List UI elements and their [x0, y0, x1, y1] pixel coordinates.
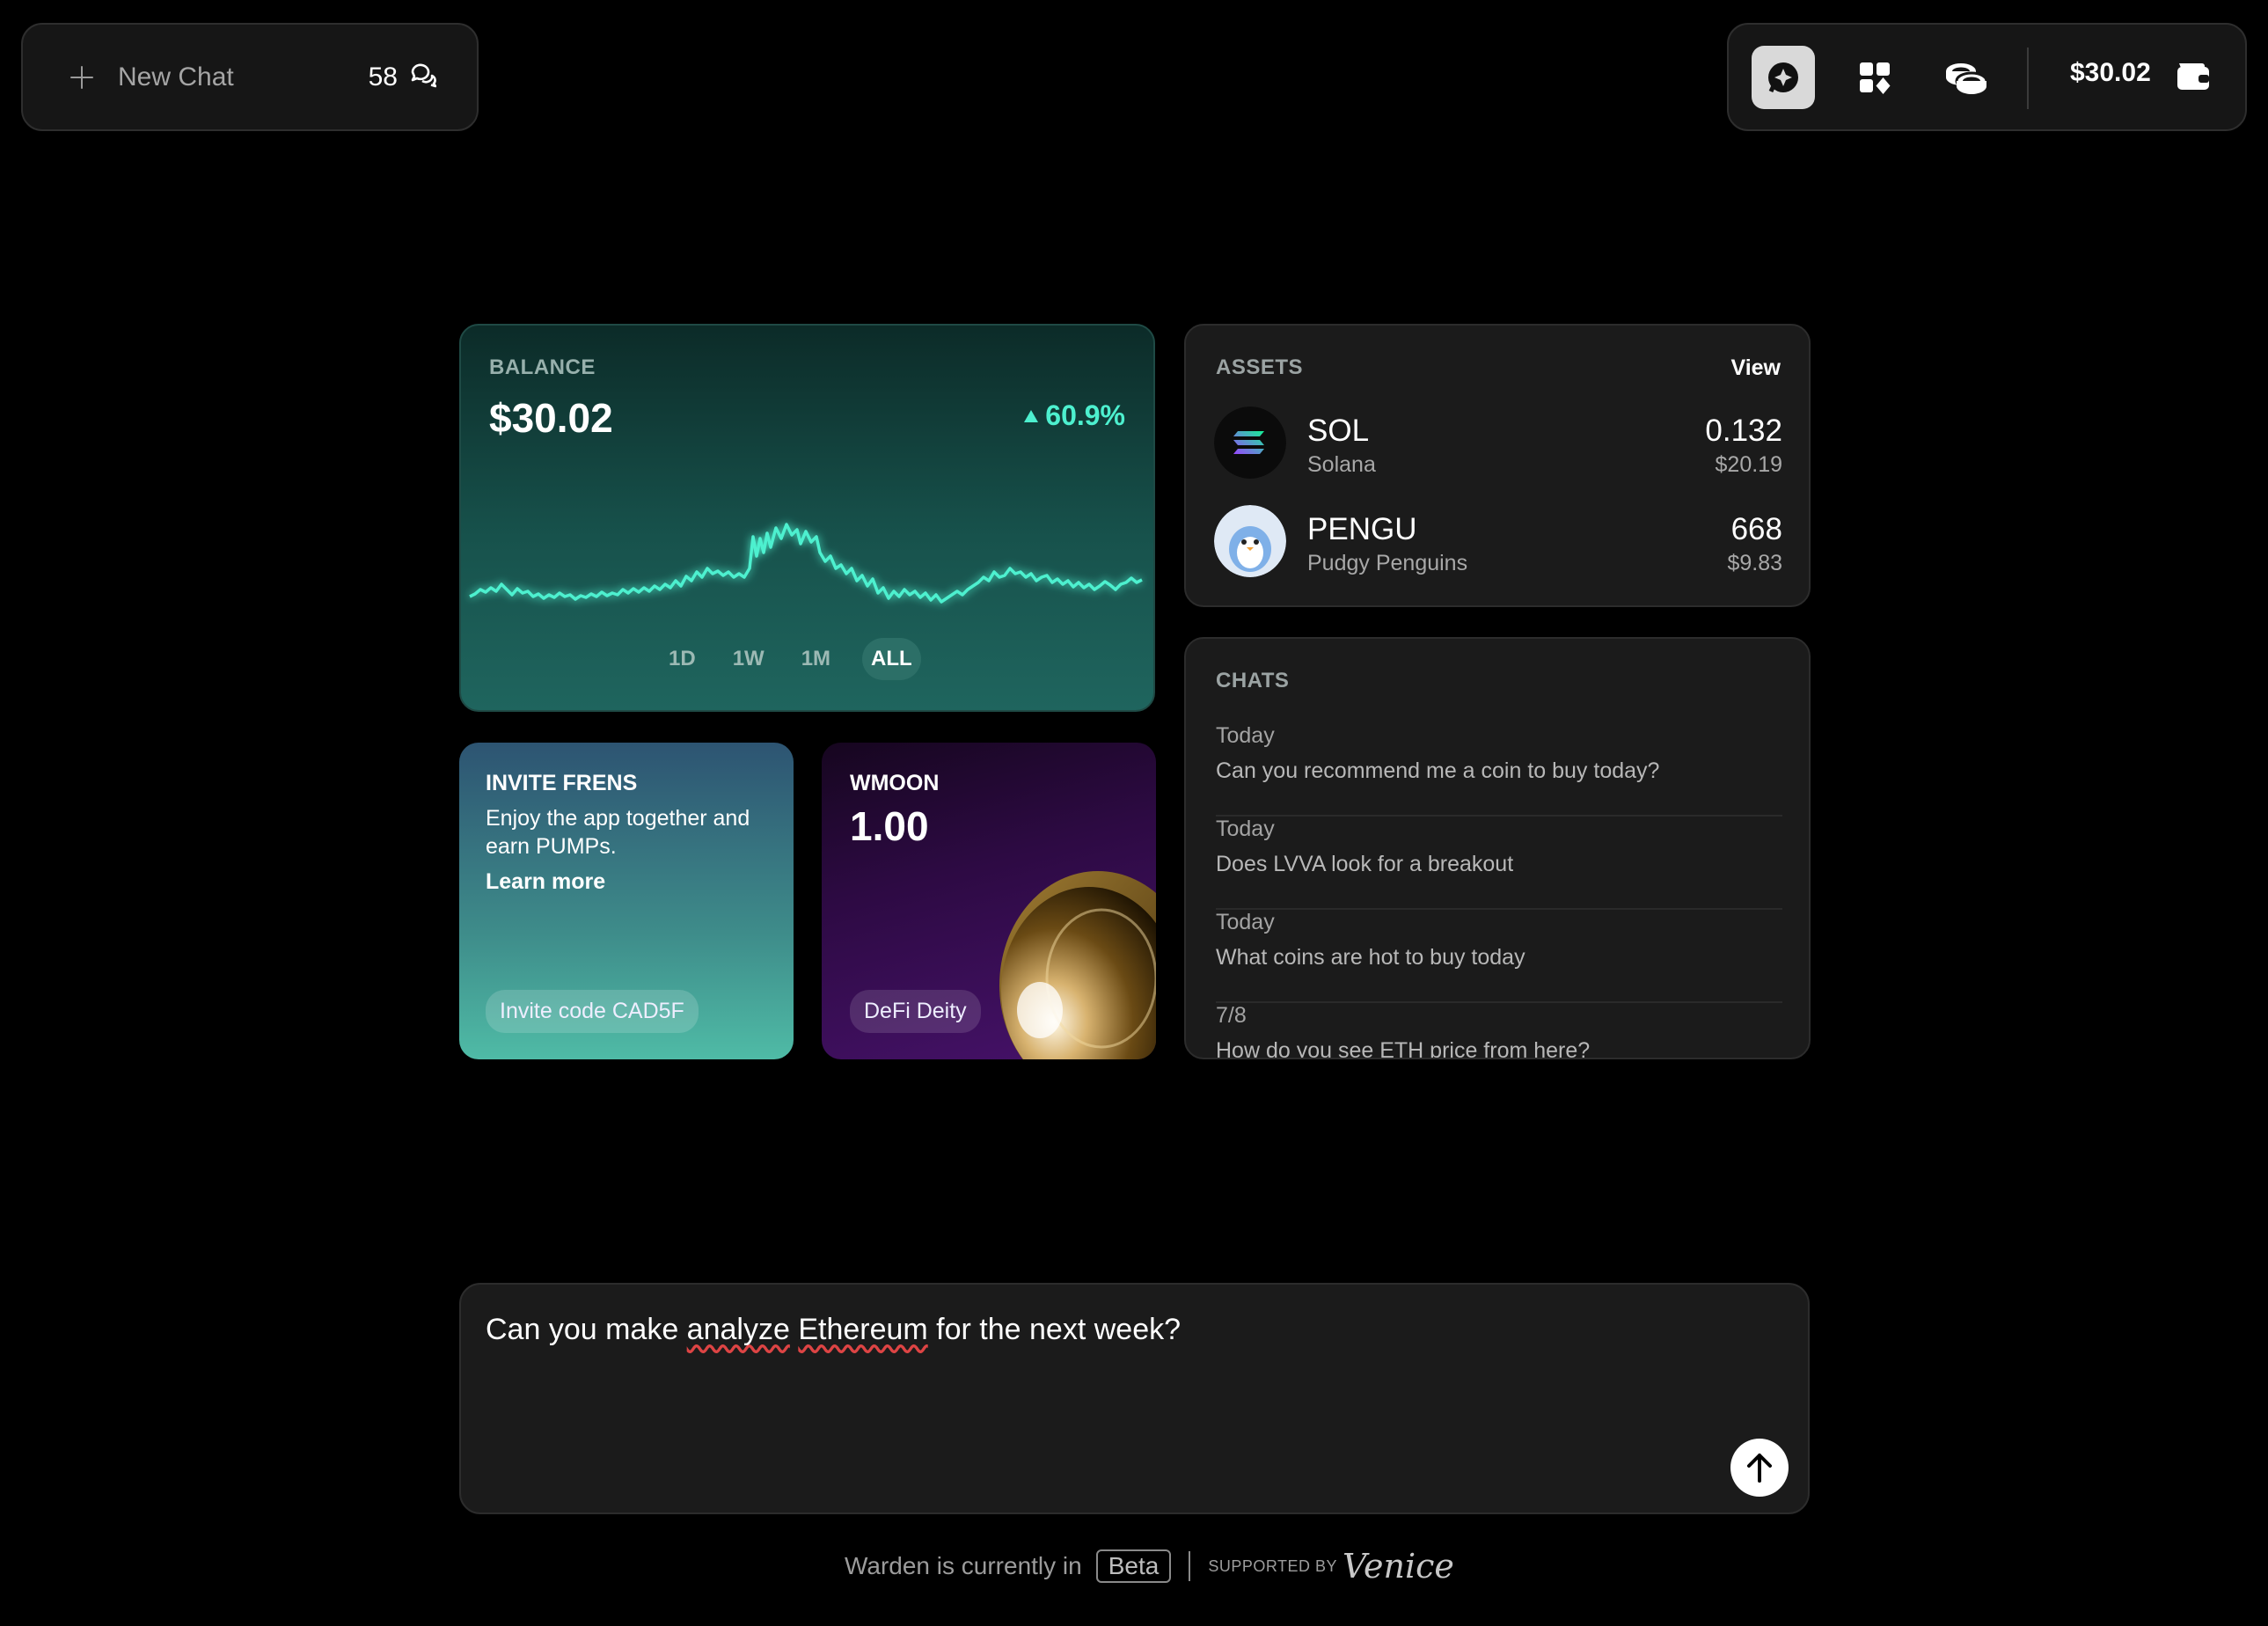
- chat-title: What coins are hot to buy today: [1216, 945, 1525, 970]
- range-1d[interactable]: 1D: [663, 638, 701, 680]
- wmoon-title: WMOON: [850, 771, 940, 795]
- asset-name: Solana: [1307, 452, 1376, 477]
- solana-logo-icon: [1214, 406, 1286, 479]
- asset-quantity: 668: [1730, 512, 1782, 546]
- asset-symbol: SOL: [1307, 414, 1370, 448]
- composer-text: for the next week?: [927, 1313, 1182, 1346]
- asset-value: $20.19: [1715, 452, 1782, 477]
- plus-icon[interactable]: [67, 62, 97, 92]
- header-balance[interactable]: $30.02: [2070, 58, 2151, 88]
- learn-more-link[interactable]: Learn more: [486, 869, 605, 895]
- footer-text: Warden is currently in: [845, 1552, 1082, 1579]
- range-all[interactable]: ALL: [862, 638, 921, 680]
- chat-title: How do you see ETH price from here?: [1216, 1038, 1591, 1059]
- asset-value: $9.83: [1727, 551, 1782, 575]
- invite-code-badge[interactable]: Invite code CAD5F: [486, 990, 699, 1033]
- gold-coin-icon: [999, 871, 1156, 1059]
- asset-symbol: PENGU: [1307, 512, 1417, 546]
- asset-row[interactable]: SOL Solana 0.132 $20.19: [1214, 406, 1782, 482]
- composer-input[interactable]: Can you make analyze Ethereum for the ne…: [486, 1313, 1181, 1347]
- wallet-icon[interactable]: [2176, 60, 2211, 96]
- composer-text: Can you make: [486, 1313, 687, 1346]
- venice-logo[interactable]: Venice: [1343, 1547, 1454, 1586]
- new-chat-button[interactable]: New Chat: [118, 62, 369, 92]
- arrow-up-icon: [1747, 1454, 1772, 1483]
- chat-count: 58: [368, 62, 398, 92]
- chat-bubbles-icon[interactable]: [410, 62, 437, 92]
- footer: Warden is currently in Beta SUPPORTED BY…: [845, 1547, 1454, 1586]
- wmoon-card[interactable]: WMOON 1.00 DeFi Deity: [822, 743, 1156, 1059]
- send-button[interactable]: [1730, 1439, 1789, 1497]
- balance-amount: $30.02: [489, 395, 613, 441]
- top-nav: $30.02: [1727, 23, 2247, 131]
- chat-date: Today: [1216, 817, 1275, 841]
- apps-grid-icon[interactable]: [1843, 46, 1906, 109]
- footer-divider: [1189, 1551, 1191, 1581]
- chat-title: Does LVVA look for a breakout: [1216, 852, 1514, 876]
- assets-view-link[interactable]: View: [1730, 355, 1781, 381]
- balance-card: BALANCE $30.02 60.9% 1D 1W 1M ALL: [459, 324, 1155, 712]
- wmoon-value: 1.00: [850, 803, 929, 849]
- chats-card: CHATS Today Can you recommend me a coin …: [1184, 637, 1811, 1059]
- invite-description: Enjoy the app together and earn PUMPs.: [486, 806, 750, 859]
- up-triangle-icon: [1024, 409, 1039, 422]
- wmoon-badge: DeFi Deity: [850, 990, 981, 1033]
- coins-icon[interactable]: [1935, 46, 1998, 109]
- invite-card[interactable]: INVITE FRENS Enjoy the app together and …: [459, 743, 794, 1059]
- invite-title: INVITE FRENS: [486, 771, 638, 795]
- nav-divider: [2027, 48, 2029, 109]
- misspelled-word: analyze: [686, 1313, 790, 1346]
- range-1m[interactable]: 1M: [796, 638, 836, 680]
- assets-label: ASSETS: [1216, 355, 1304, 379]
- assets-card: ASSETS View SOL Solana 0.132 $20.19 PENG…: [1184, 324, 1811, 607]
- balance-change-value: 60.9%: [1045, 399, 1125, 431]
- balance-line: [469, 523, 1143, 604]
- chat-date: 7/8: [1216, 1003, 1247, 1028]
- chat-list-item[interactable]: Today What coins are hot to buy today: [1216, 910, 1782, 1003]
- supported-by-text: SUPPORTED BY: [1208, 1556, 1338, 1575]
- asset-quantity: 0.132: [1705, 414, 1782, 448]
- misspelled-word: Ethereum: [798, 1313, 928, 1346]
- range-selector: 1D 1W 1M ALL: [663, 638, 921, 680]
- chats-label: CHATS: [1216, 669, 1290, 692]
- chat-date: Today: [1216, 723, 1275, 748]
- composer-text: [790, 1313, 798, 1346]
- chat-date: Today: [1216, 910, 1275, 934]
- asset-row[interactable]: PENGU Pudgy Penguins 668 $9.83: [1214, 505, 1782, 581]
- chat-title: Can you recommend me a coin to buy today…: [1216, 758, 1660, 783]
- penguin-logo-icon: [1214, 505, 1286, 577]
- range-1w[interactable]: 1W: [728, 638, 770, 680]
- balance-change: 60.9%: [1024, 399, 1125, 432]
- chat-composer[interactable]: Can you make analyze Ethereum for the ne…: [459, 1283, 1810, 1514]
- new-chat-bar: New Chat 58: [21, 23, 479, 131]
- balance-label: BALANCE: [489, 355, 596, 379]
- chat-list-item[interactable]: Today Can you recommend me a coin to buy…: [1216, 723, 1782, 817]
- chat-list-item[interactable]: 7/8 How do you see ETH price from here?: [1216, 1003, 1782, 1059]
- asset-name: Pudgy Penguins: [1307, 551, 1468, 575]
- chat-sparkle-icon[interactable]: [1752, 46, 1815, 109]
- beta-badge: Beta: [1095, 1549, 1172, 1583]
- chat-list-item[interactable]: Today Does LVVA look for a breakout: [1216, 817, 1782, 910]
